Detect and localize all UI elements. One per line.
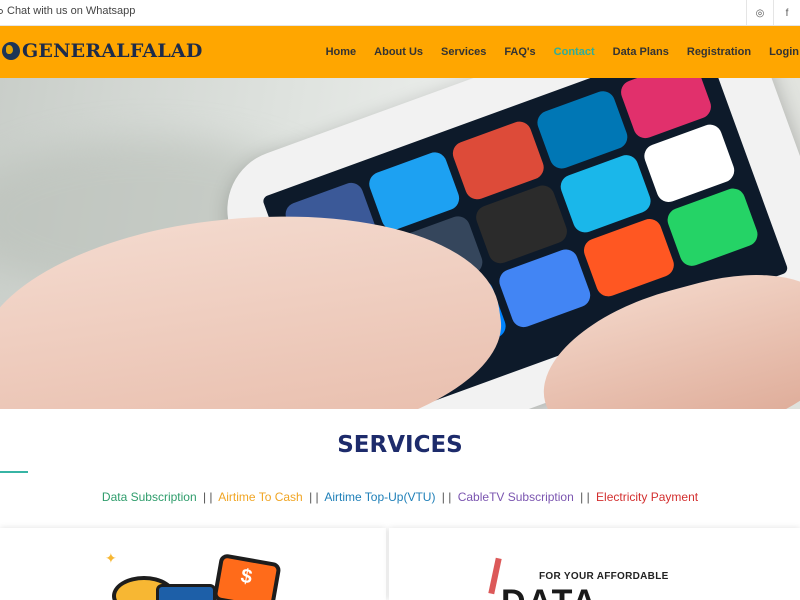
nav-contact[interactable]: Contact [554, 46, 595, 58]
services-links: Data Subscription | | Airtime To Cash | … [0, 490, 800, 504]
dollar-symbol: $ [239, 565, 254, 589]
price-tag-icon: $ [212, 552, 282, 600]
chat-text: Chat with us on Whatsapp [7, 5, 136, 17]
link-airtime-topup[interactable]: Airtime Top-Up(VTU) [324, 490, 435, 504]
nav-faqs[interactable]: FAQ's [504, 46, 535, 58]
link-data-subscription[interactable]: Data Subscription [102, 490, 197, 504]
social-links: ◎ f [746, 0, 800, 26]
link-electricity-payment[interactable]: Electricity Payment [596, 490, 698, 504]
brand-logo[interactable]: GENERALFALAD [2, 40, 203, 62]
service-card-airtime[interactable]: ✦ $ [0, 528, 386, 600]
nav-login[interactable]: Login [769, 46, 799, 58]
promo-title: DATA [501, 583, 598, 600]
nav-data-plans[interactable]: Data Plans [613, 46, 669, 58]
sparkle-icon: ✦ [105, 550, 117, 566]
nav-registration[interactable]: Registration [687, 46, 751, 58]
paint-splash [488, 557, 502, 595]
whatsapp-icon[interactable]: ◎ [746, 0, 773, 26]
globe-icon [2, 42, 20, 60]
nav-home[interactable]: Home [326, 46, 357, 58]
nav-about-us[interactable]: About Us [374, 46, 423, 58]
main-menu: Home About Us Services FAQ's Contact Dat… [317, 26, 800, 78]
navbar: GENERALFALAD Home About Us Services FAQ'… [0, 26, 800, 78]
whatsapp-chat-link[interactable]: Chat with us on Whatsapp [0, 5, 135, 17]
whatsapp-small-icon [0, 8, 3, 14]
link-airtime-to-cash[interactable]: Airtime To Cash [218, 490, 302, 504]
section-divider [0, 471, 28, 473]
top-bar: Chat with us on Whatsapp ◎ f [0, 0, 800, 26]
link-cabletv-subscription[interactable]: CableTV Subscription [458, 490, 574, 504]
facebook-icon[interactable]: f [773, 0, 800, 26]
nav-services[interactable]: Services [441, 46, 486, 58]
hero-slider[interactable] [0, 78, 800, 409]
separator: | | [202, 490, 213, 504]
phone-illustration [156, 584, 216, 600]
separator: | | [580, 490, 590, 504]
promo-subtitle: FOR YOUR AFFORDABLE [539, 571, 669, 582]
brand-name: GENERALFALAD [22, 40, 203, 62]
separator: | | [441, 490, 452, 504]
service-card-data[interactable]: FOR YOUR AFFORDABLE DATA [389, 528, 800, 600]
services-title: SERVICES [337, 432, 463, 458]
separator: | | [309, 490, 319, 504]
